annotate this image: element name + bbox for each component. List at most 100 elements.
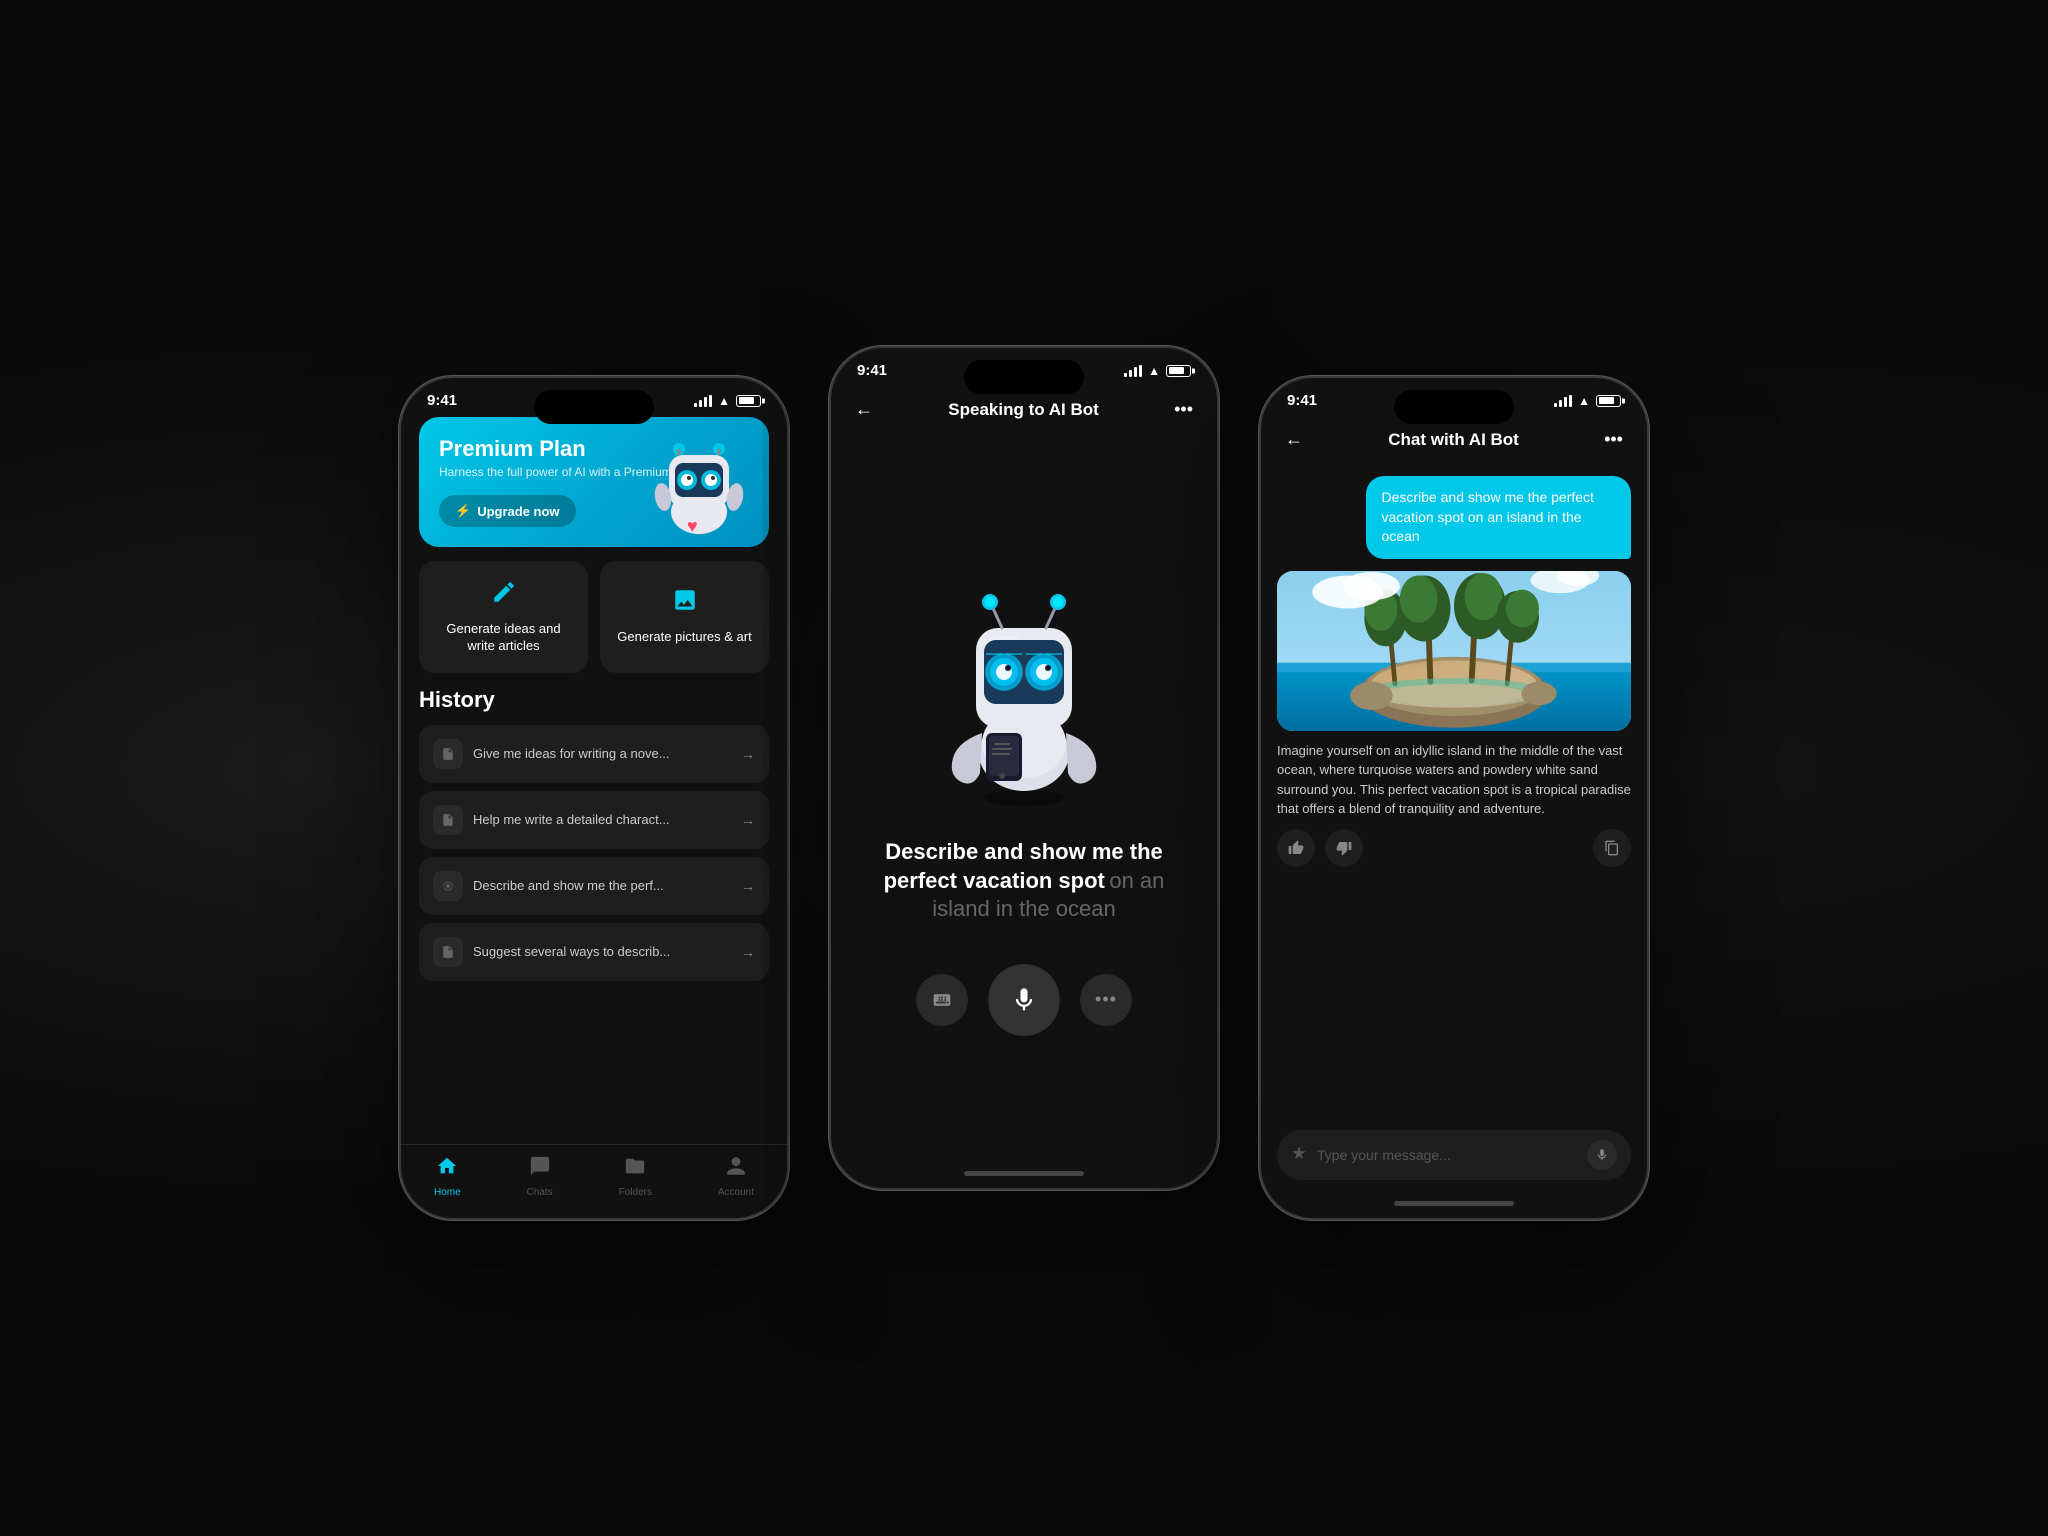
speaking-text-block: Describe and show me the perfect vacatio… [851, 838, 1197, 924]
dynamic-island-3 [1394, 390, 1514, 424]
user-message-text: Describe and show me the perfect vacatio… [1382, 489, 1594, 544]
thumbs-down-button[interactable] [1325, 829, 1363, 867]
back-button-2[interactable]: ← [851, 395, 877, 424]
history-section: History Give me ideas for writing a nove… [419, 687, 769, 1144]
input-sparkle-icon [1291, 1145, 1307, 1166]
tab-account-label: Account [718, 1187, 754, 1198]
home-content: Premium Plan Harness the full power of A… [401, 417, 787, 1144]
phone-home-screen: 9:41 ▲ [401, 378, 787, 1218]
phone-chat: 9:41 ▲ ← Chat with AI Bot [1259, 376, 1649, 1220]
pencil-icon [491, 579, 517, 611]
svg-text:♥: ♥ [687, 516, 698, 536]
reaction-buttons [1277, 829, 1631, 867]
more-options-button[interactable]: ••• [1080, 974, 1132, 1026]
battery-icon-1 [736, 395, 761, 407]
history-icon-2 [433, 871, 463, 901]
history-item-2[interactable]: Describe and show me the perf... → [419, 857, 769, 915]
dynamic-island-2 [964, 360, 1084, 394]
chat-content: Describe and show me the perfect vacatio… [1261, 466, 1647, 1130]
lightning-icon: ⚡ [455, 503, 471, 519]
arrow-icon-1: → [741, 812, 755, 828]
tab-account[interactable]: Account [718, 1155, 754, 1198]
phone-chat-screen: 9:41 ▲ ← Chat with AI Bot [1261, 378, 1647, 1218]
status-time-1: 9:41 [427, 392, 457, 409]
generate-pictures-label: Generate pictures & art [617, 629, 751, 646]
tab-home-label: Home [434, 1187, 461, 1198]
thumbs-up-button[interactable] [1277, 829, 1315, 867]
more-button-3[interactable]: ••• [1600, 425, 1627, 454]
chat-title-3: Chat with AI Bot [1388, 430, 1519, 450]
generate-pictures-button[interactable]: Generate pictures & art [600, 561, 769, 673]
phone-home: 9:41 ▲ [399, 376, 789, 1220]
premium-robot-image: ♥ [639, 417, 759, 547]
home-indicator-2 [831, 1158, 1217, 1188]
robot-3d-container [914, 558, 1134, 818]
status-icons-1: ▲ [694, 394, 761, 408]
tab-home[interactable]: Home [434, 1155, 461, 1198]
folders-tab-icon [624, 1155, 646, 1183]
chats-tab-icon [529, 1155, 551, 1183]
generate-articles-button[interactable]: Generate ideas and write articles [419, 561, 588, 673]
status-time-3: 9:41 [1287, 392, 1317, 409]
tab-chats[interactable]: Chats [527, 1155, 553, 1198]
history-text-2: Describe and show me the perf... [473, 878, 731, 893]
wifi-icon-1: ▲ [718, 394, 730, 408]
premium-card[interactable]: Premium Plan Harness the full power of A… [419, 417, 769, 547]
history-item-0[interactable]: Give me ideas for writing a nove... → [419, 725, 769, 783]
voice-controls: ••• [916, 964, 1132, 1036]
island-image [1277, 571, 1631, 731]
dynamic-island-1 [534, 390, 654, 424]
history-text-3: Suggest several ways to describ... [473, 944, 731, 959]
speaking-title: Speaking to AI Bot [948, 400, 1099, 420]
copy-button[interactable] [1593, 829, 1631, 867]
history-item-3[interactable]: Suggest several ways to describ... → [419, 923, 769, 981]
mic-button[interactable] [988, 964, 1060, 1036]
status-icons-2: ▲ [1124, 364, 1191, 378]
account-tab-icon [725, 1155, 747, 1183]
home-bar-3 [1394, 1201, 1514, 1206]
history-icon-0 [433, 739, 463, 769]
wifi-icon-2: ▲ [1148, 364, 1160, 378]
home-tab-icon [436, 1155, 458, 1183]
history-text-1: Help me write a detailed charact... [473, 812, 731, 827]
status-icons-3: ▲ [1554, 394, 1621, 408]
phone-speaking-screen: 9:41 ▲ ← Speaking to AI Bot [831, 348, 1217, 1188]
more-button-2[interactable]: ••• [1170, 395, 1197, 424]
generate-articles-label: Generate ideas and write articles [433, 621, 574, 655]
upgrade-label: Upgrade now [477, 504, 559, 519]
keyboard-button[interactable] [916, 974, 968, 1026]
arrow-icon-3: → [741, 944, 755, 960]
status-time-2: 9:41 [857, 362, 887, 379]
history-title: History [419, 687, 769, 713]
speaking-header: ← Speaking to AI Bot ••• [831, 387, 1217, 436]
history-item-1[interactable]: Help me write a detailed charact... → [419, 791, 769, 849]
tab-folders[interactable]: Folders [619, 1155, 652, 1198]
wifi-icon-3: ▲ [1578, 394, 1590, 408]
phones-container: 9:41 ▲ [399, 316, 1649, 1220]
signal-icon-3 [1554, 395, 1572, 407]
tab-chats-label: Chats [527, 1187, 553, 1198]
signal-icon-1 [694, 395, 712, 407]
back-button-3[interactable]: ← [1281, 425, 1307, 454]
arrow-icon-0: → [741, 746, 755, 762]
history-icon-3 [433, 937, 463, 967]
tab-bar-1: Home Chats Folders [401, 1144, 787, 1218]
ai-response-text: Imagine yourself on an idyllic island in… [1277, 741, 1631, 819]
ai-response-block: Imagine yourself on an idyllic island in… [1277, 571, 1631, 867]
upgrade-button[interactable]: ⚡ Upgrade now [439, 495, 576, 527]
history-list: Give me ideas for writing a nove... → He… [419, 725, 769, 981]
user-message-bubble: Describe and show me the perfect vacatio… [1366, 476, 1632, 559]
chat-header-3: ← Chat with AI Bot ••• [1261, 417, 1647, 466]
history-icon-1 [433, 805, 463, 835]
action-buttons: Generate ideas and write articles Genera… [419, 561, 769, 673]
home-bar-2 [964, 1171, 1084, 1176]
speaking-content: Describe and show me the perfect vacatio… [831, 436, 1217, 1158]
chat-input-area[interactable]: Type your message... [1277, 1130, 1631, 1180]
chat-input-placeholder[interactable]: Type your message... [1317, 1147, 1577, 1163]
history-text-0: Give me ideas for writing a nove... [473, 746, 731, 761]
arrow-icon-2: → [741, 878, 755, 894]
chat-mic-button[interactable] [1587, 1140, 1617, 1170]
battery-icon-3 [1596, 395, 1621, 407]
phone-speaking: 9:41 ▲ ← Speaking to AI Bot [829, 346, 1219, 1190]
home-indicator-3 [1261, 1188, 1647, 1218]
